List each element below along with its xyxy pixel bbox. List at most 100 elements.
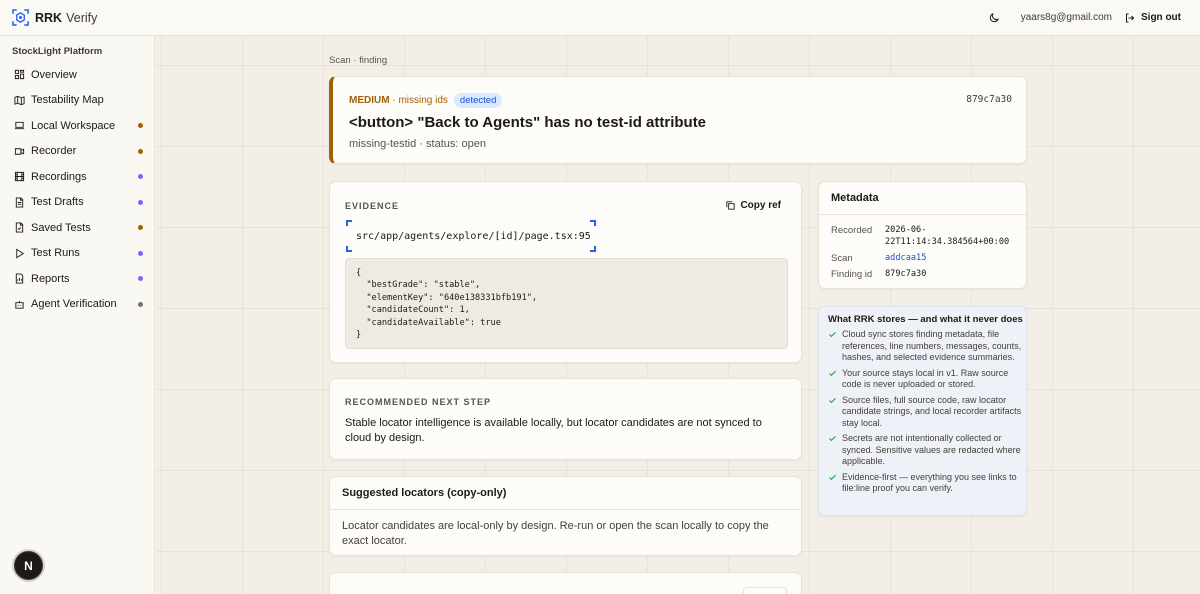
grid-icon <box>13 69 25 81</box>
breadcrumb-scan[interactable]: Scan <box>329 55 351 66</box>
policy-text: Your source stays local in v1. Raw sourc… <box>842 367 1009 390</box>
finding-id-value: 879c7a30 <box>885 269 927 279</box>
breadcrumb-separator: · <box>353 55 357 66</box>
check-icon <box>829 435 836 442</box>
sidebar: StockLight Platform Overview Testability… <box>0 36 155 594</box>
sidebar-item-recorder[interactable]: Recorder <box>0 139 154 165</box>
severity-label: MEDIUM <box>349 95 390 106</box>
data-policy-title: What RRK stores — and what it never does <box>828 314 1023 325</box>
status-dot <box>138 225 143 231</box>
sidebar-item-label: Test Drafts <box>31 196 84 209</box>
sidebar-item-test-drafts[interactable]: Test Drafts <box>0 190 154 216</box>
sidebar-item-recordings[interactable]: Recordings <box>0 164 154 190</box>
list-item: Source files, full source code, raw loca… <box>828 395 1022 430</box>
file-check-icon <box>13 222 25 234</box>
map-icon <box>13 94 25 106</box>
sidebar-item-testability-map[interactable]: Testability Map <box>0 88 154 114</box>
logo-icon <box>12 9 29 26</box>
data-policy-card: What RRK stores — and what it never does… <box>818 306 1027 516</box>
finding-category: · missing ids <box>392 95 448 106</box>
finding-subtitle: missing-testid · status: open <box>349 138 486 150</box>
laptop-icon <box>13 120 25 132</box>
evidence-card: EVIDENCE Copy ref src/app/agents/explore… <box>329 181 802 363</box>
sidebar-title: StockLight Platform <box>12 46 103 57</box>
policy-text: Evidence-first — everything you see link… <box>842 471 1017 494</box>
evidence-file-reference[interactable]: src/app/agents/explore/[id]/page.tsx:95 <box>346 220 596 252</box>
check-icon <box>829 370 836 376</box>
sidebar-item-label: Saved Tests <box>31 221 91 234</box>
brand[interactable]: RRK Verify <box>12 9 97 26</box>
sidebar-item-test-runs[interactable]: Test Runs <box>0 241 154 267</box>
evidence-label: EVIDENCE <box>345 201 400 211</box>
suggested-text: Locator candidates are local-only by des… <box>342 520 769 547</box>
policy-text: Secrets are not intentionally collected … <box>842 433 1021 466</box>
brand-subtitle: Verify <box>66 10 98 25</box>
status-dot <box>138 123 143 129</box>
scan-label: Scan <box>831 253 853 264</box>
status-dot <box>138 148 143 154</box>
suggested-title: Suggested locators (copy-only) <box>330 477 801 510</box>
metadata-title: Metadata <box>819 182 1026 215</box>
nextjs-dev-button[interactable]: N <box>14 551 43 580</box>
finding-title: <button> "Back to Agents" has no test-id… <box>349 114 707 131</box>
finding-id: 879c7a30 <box>966 94 1012 105</box>
report-icon <box>13 273 25 285</box>
status-dot <box>138 250 143 256</box>
top-bar: RRK Verify yaars8g@gmail.com Sign out <box>0 0 1200 36</box>
data-policy-list: Cloud sync stores finding metadata, file… <box>828 329 1022 499</box>
status-dot <box>138 199 143 205</box>
next-card <box>329 572 802 594</box>
policy-text: Cloud sync stores finding metadata, file… <box>842 329 1022 362</box>
user-email: yaars8g@gmail.com <box>1020 12 1112 23</box>
metadata-card: Metadata Recorded 2026-06-22T11:14:34.38… <box>818 181 1027 289</box>
film-icon <box>13 171 25 183</box>
severity-line: MEDIUM · missing ids detected <box>349 93 503 108</box>
video-icon <box>13 145 25 157</box>
sidebar-item-label: Recorder <box>31 145 77 158</box>
finding-header-card: MEDIUM · missing ids detected 879c7a30 <… <box>329 76 1027 164</box>
theme-toggle-button[interactable] <box>986 10 1002 26</box>
sidebar-item-label: Overview <box>31 68 77 81</box>
recommended-next-step-card: RECOMMENDED NEXT STEP Stable locator int… <box>329 378 802 460</box>
check-icon <box>829 474 836 480</box>
check-icon <box>829 331 836 338</box>
sidebar-item-local-workspace[interactable]: Local Workspace <box>0 113 154 139</box>
logout-icon <box>1126 13 1135 22</box>
recorded-value: 2026-06-22T11:14:34.384564+00:00 <box>885 225 1010 247</box>
recorded-label: Recorded <box>831 225 873 236</box>
sidebar-item-agent-verification[interactable]: Agent Verification <box>0 292 154 318</box>
sidebar-item-label: Reports <box>31 272 70 285</box>
list-item: Your source stays local in v1. Raw sourc… <box>828 368 1022 391</box>
breadcrumb: Scan · finding <box>329 55 387 66</box>
sidebar-item-label: Testability Map <box>31 94 104 107</box>
copy-ref-button[interactable]: Copy ref <box>725 200 781 211</box>
recommended-label: RECOMMENDED NEXT STEP <box>345 397 492 407</box>
card-action-button[interactable] <box>743 587 787 594</box>
sidebar-item-overview[interactable]: Overview <box>0 62 154 88</box>
check-icon <box>829 397 836 403</box>
breadcrumb-finding: finding <box>359 55 388 66</box>
sidebar-item-label: Agent Verification <box>31 298 117 311</box>
sign-out-label: Sign out <box>1141 12 1181 23</box>
status-dot <box>138 301 143 307</box>
list-item: Secrets are not intentionally collected … <box>828 433 1022 468</box>
sidebar-item-label: Test Runs <box>31 247 80 260</box>
sign-out-button[interactable]: Sign out <box>1124 12 1181 24</box>
status-dot <box>138 174 143 180</box>
suggested-locators-card: Suggested locators (copy-only) Locator c… <box>329 476 802 556</box>
file-icon <box>13 196 25 208</box>
sidebar-item-saved-tests[interactable]: Saved Tests <box>0 215 154 241</box>
evidence-code-block: { "bestGrade": "stable", "elementKey": "… <box>345 258 788 349</box>
evidence-path: src/app/agents/explore/[id]/page.tsx:95 <box>356 230 591 242</box>
scan-link[interactable]: addcaa15 <box>885 252 926 264</box>
recommended-text: Stable locator intelligence is available… <box>345 417 762 444</box>
sidebar-item-label: Recordings <box>31 170 87 183</box>
fab-label: N <box>24 558 33 573</box>
finding-id-label: Finding id <box>831 269 873 280</box>
policy-text: Source files, full source code, raw loca… <box>842 394 1022 428</box>
copy-ref-label: Copy ref <box>740 200 781 211</box>
status-dot <box>138 276 143 282</box>
sidebar-item-reports[interactable]: Reports <box>0 266 154 292</box>
moon-icon <box>989 12 999 22</box>
status-badge: detected <box>453 93 503 108</box>
